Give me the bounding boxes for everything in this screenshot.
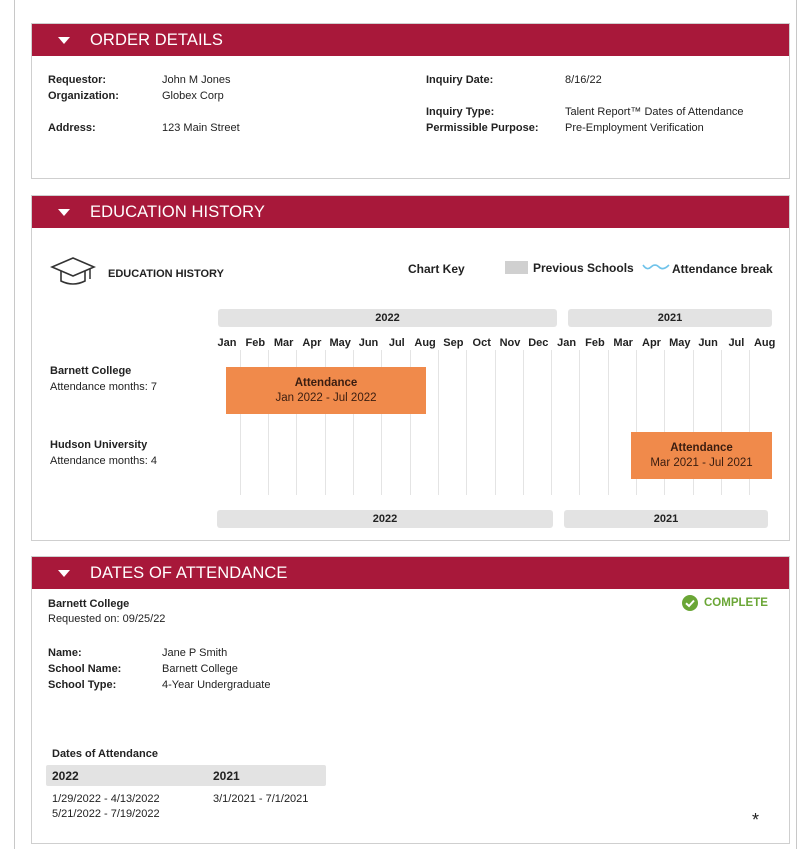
school-name-barnett: Barnett College [50, 365, 132, 377]
name-label: Name: [48, 647, 82, 659]
year-tab-2022-top: 2022 [218, 309, 557, 327]
col-2021-header: 2021 [213, 769, 240, 783]
col-2022-header: 2022 [52, 769, 79, 783]
inquiry-type-value: Talent Report™ Dates of Attendance [565, 106, 744, 118]
caret-down-icon[interactable] [58, 208, 70, 216]
requestor-value: John M Jones [162, 74, 231, 86]
month-gridline [437, 350, 439, 495]
inquiry-type-label: Inquiry Type: [426, 106, 495, 118]
month-label: Oct [472, 337, 491, 349]
bar-title: Attendance [670, 441, 733, 454]
previous-schools-swatch [505, 261, 528, 274]
school-type-label: School Type: [48, 679, 117, 691]
purpose-label: Permissible Purpose: [426, 122, 539, 134]
attendance-school: Barnett College [48, 598, 130, 610]
year-tab-2022-bottom: 2022 [217, 510, 553, 528]
education-history-header[interactable]: EDUCATION HISTORY [32, 196, 789, 228]
month-label: Aug [414, 337, 436, 349]
bar-range: Jan 2022 - Jul 2022 [275, 391, 377, 404]
attendance-months-barnett: Attendance months: 7 [50, 381, 158, 393]
purpose-value: Pre-Employment Verification [565, 122, 704, 134]
education-subtitle: EDUCATION HISTORY [108, 268, 224, 280]
status-text: COMPLETE [704, 597, 768, 609]
month-label: Mar [613, 337, 633, 349]
bar-title: Attendance [294, 376, 358, 389]
month-label: Dec [528, 337, 549, 349]
dates-2021-cell: 3/1/2021 - 7/1/2021 [213, 792, 308, 807]
caret-down-icon[interactable] [58, 569, 70, 577]
month-gridline [522, 350, 524, 495]
organization-label: Organization: [48, 90, 119, 102]
month-gridline [607, 350, 609, 495]
month-label: Feb [585, 337, 605, 349]
dates-table-header: 2022 2021 [46, 765, 326, 786]
graduation-cap-icon [50, 257, 96, 285]
address-value: 123 Main Street [162, 122, 240, 134]
school-name-label: School Name: [48, 663, 122, 675]
year-tab-2021-top: 2021 [568, 309, 772, 327]
education-history-title: EDUCATION HISTORY [90, 202, 265, 221]
wave-break-icon [642, 264, 670, 270]
month-label: Jun [358, 337, 379, 349]
previous-schools-key: Previous Schools [533, 261, 634, 275]
month-label: May [329, 337, 351, 349]
date-range: 5/21/2022 - 7/19/2022 [52, 808, 160, 820]
month-gridline [579, 350, 581, 495]
order-details-header[interactable]: ORDER DETAILS [32, 24, 789, 56]
name-value: Jane P Smith [162, 647, 228, 659]
month-label: Apr [642, 337, 661, 349]
month-label: Nov [499, 337, 521, 349]
order-details-title: ORDER DETAILS [90, 30, 224, 49]
chart-key-label: Chart Key [408, 262, 465, 276]
month-label: Jan [557, 337, 577, 349]
address-label: Address: [48, 122, 96, 134]
month-label: Jul [388, 337, 405, 349]
attendance-bar-hudson[interactable]: Attendance Mar 2021 - Jul 2021 [631, 432, 772, 479]
date-range: 3/1/2021 - 7/1/2021 [213, 793, 309, 805]
date-range: 1/29/2022 - 4/13/2022 [52, 793, 160, 805]
dates-2022-cell: 1/29/2022 - 4/13/2022 5/21/2022 - 7/19/2… [52, 792, 160, 822]
month-gridline [466, 350, 468, 495]
month-label: Jul [728, 337, 745, 349]
requestor-label: Requestor: [48, 74, 107, 86]
attendance-months-hudson: Attendance months: 4 [50, 455, 158, 467]
month-label: Feb [245, 337, 266, 349]
month-label: Jan [217, 337, 237, 349]
month-label: Aug [753, 337, 776, 349]
month-label: Sep [443, 337, 464, 349]
order-details-panel: ORDER DETAILS [31, 23, 790, 179]
month-label: Mar [273, 337, 294, 349]
inquiry-date-label: Inquiry Date: [426, 74, 494, 86]
school-name-value: Barnett College [162, 663, 238, 675]
footnote-asterisk: * [752, 810, 760, 830]
attendance-break-key: Attendance break [672, 262, 773, 276]
dates-table-title: Dates of Attendance [52, 748, 158, 760]
month-label: Jun [698, 337, 718, 349]
dates-of-attendance-title: DATES OF ATTENDANCE [90, 563, 288, 582]
dates-of-attendance-header[interactable]: DATES OF ATTENDANCE [32, 557, 789, 589]
organization-value: Globex Corp [162, 90, 224, 102]
bar-range: Mar 2021 - Jul 2021 [650, 456, 753, 469]
attendance-bar-barnett[interactable]: Attendance Jan 2022 - Jul 2022 [226, 367, 426, 414]
month-label: Apr [302, 337, 322, 349]
school-type-value: 4-Year Undergraduate [162, 679, 271, 691]
month-label: May [669, 337, 691, 349]
check-circle-icon [682, 595, 698, 611]
year-tab-2021-bottom: 2021 [564, 510, 768, 528]
month-gridline [494, 350, 496, 495]
school-name-hudson: Hudson University [50, 439, 148, 451]
requested-date: Requested on: 09/25/22 [48, 613, 166, 625]
inquiry-date-value: 8/16/22 [565, 74, 602, 86]
status-badge: COMPLETE [682, 595, 768, 611]
caret-down-icon[interactable] [58, 36, 70, 44]
month-gridline [551, 350, 553, 495]
